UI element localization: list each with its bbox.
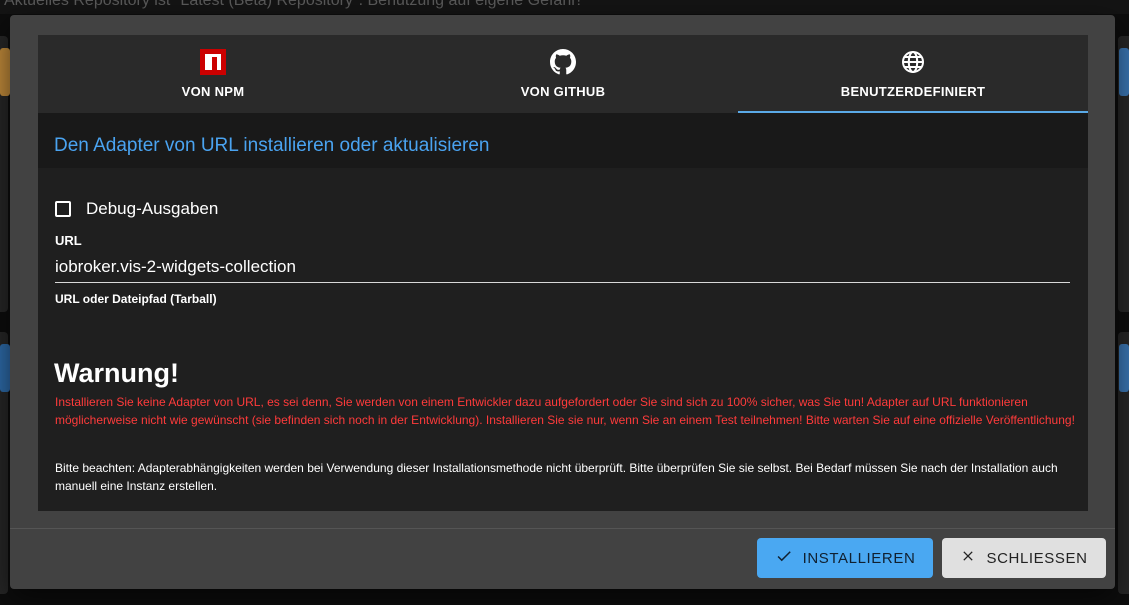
close-button-label: SCHLIESSEN (986, 549, 1088, 567)
panel-title: Den Adapter von URL installieren oder ak… (54, 135, 490, 156)
tab-label: VON GITHUB (520, 84, 606, 99)
npm-icon (200, 49, 226, 75)
install-from-url-dialog: VON NPM VON GITHUB BENUTZERDEFINIERT Den… (10, 15, 1115, 589)
background-adapter-logo (0, 344, 10, 392)
install-button[interactable]: INSTALLIEREN (757, 538, 933, 578)
warning-title: Warnung! (54, 358, 179, 388)
background-repository-notice: Aktuelles Repository ist "Latest (Beta) … (4, 0, 581, 9)
custom-url-panel: Den Adapter von URL installieren oder ak… (38, 113, 1088, 511)
close-button[interactable]: SCHLIESSEN (942, 538, 1106, 578)
url-field-helper-text: URL oder Dateipfad (Tarball) (55, 292, 217, 306)
url-field-label: URL (55, 233, 82, 248)
debug-output-label: Debug-Ausgaben (86, 199, 219, 218)
github-icon (550, 49, 576, 75)
check-icon (775, 547, 793, 569)
debug-output-option[interactable]: Debug-Ausgaben (55, 199, 218, 219)
install-button-label: INSTALLIEREN (802, 549, 916, 567)
warning-text: Installieren Sie keine Adapter von URL, … (55, 395, 1075, 427)
install-source-tabs: VON NPM VON GITHUB BENUTZERDEFINIERT (38, 35, 1088, 113)
dialog-actions-divider (10, 528, 1115, 529)
background-adapter-logo (0, 48, 10, 96)
tab-from-github[interactable]: VON GITHUB (388, 35, 738, 113)
panel-header: Den Adapter von URL installieren oder ak… (38, 113, 1088, 168)
dependency-note: Bitte beachten: Adapterabhängigkeiten we… (55, 461, 1058, 493)
tab-from-npm[interactable]: VON NPM (38, 35, 388, 113)
debug-output-checkbox[interactable] (55, 201, 71, 217)
tab-label: BENUTZERDEFINIERT (840, 84, 986, 99)
background-top-bar: Aktuelles Repository ist "Latest (Beta) … (0, 0, 1129, 14)
close-icon (960, 548, 976, 568)
globe-icon (900, 49, 926, 75)
tab-custom-url[interactable]: BENUTZERDEFINIERT (738, 35, 1088, 113)
url-input[interactable] (55, 251, 1070, 283)
background-adapter-logo (1119, 344, 1129, 392)
tab-label: VON NPM (181, 84, 245, 99)
background-adapter-logo (1119, 48, 1129, 96)
